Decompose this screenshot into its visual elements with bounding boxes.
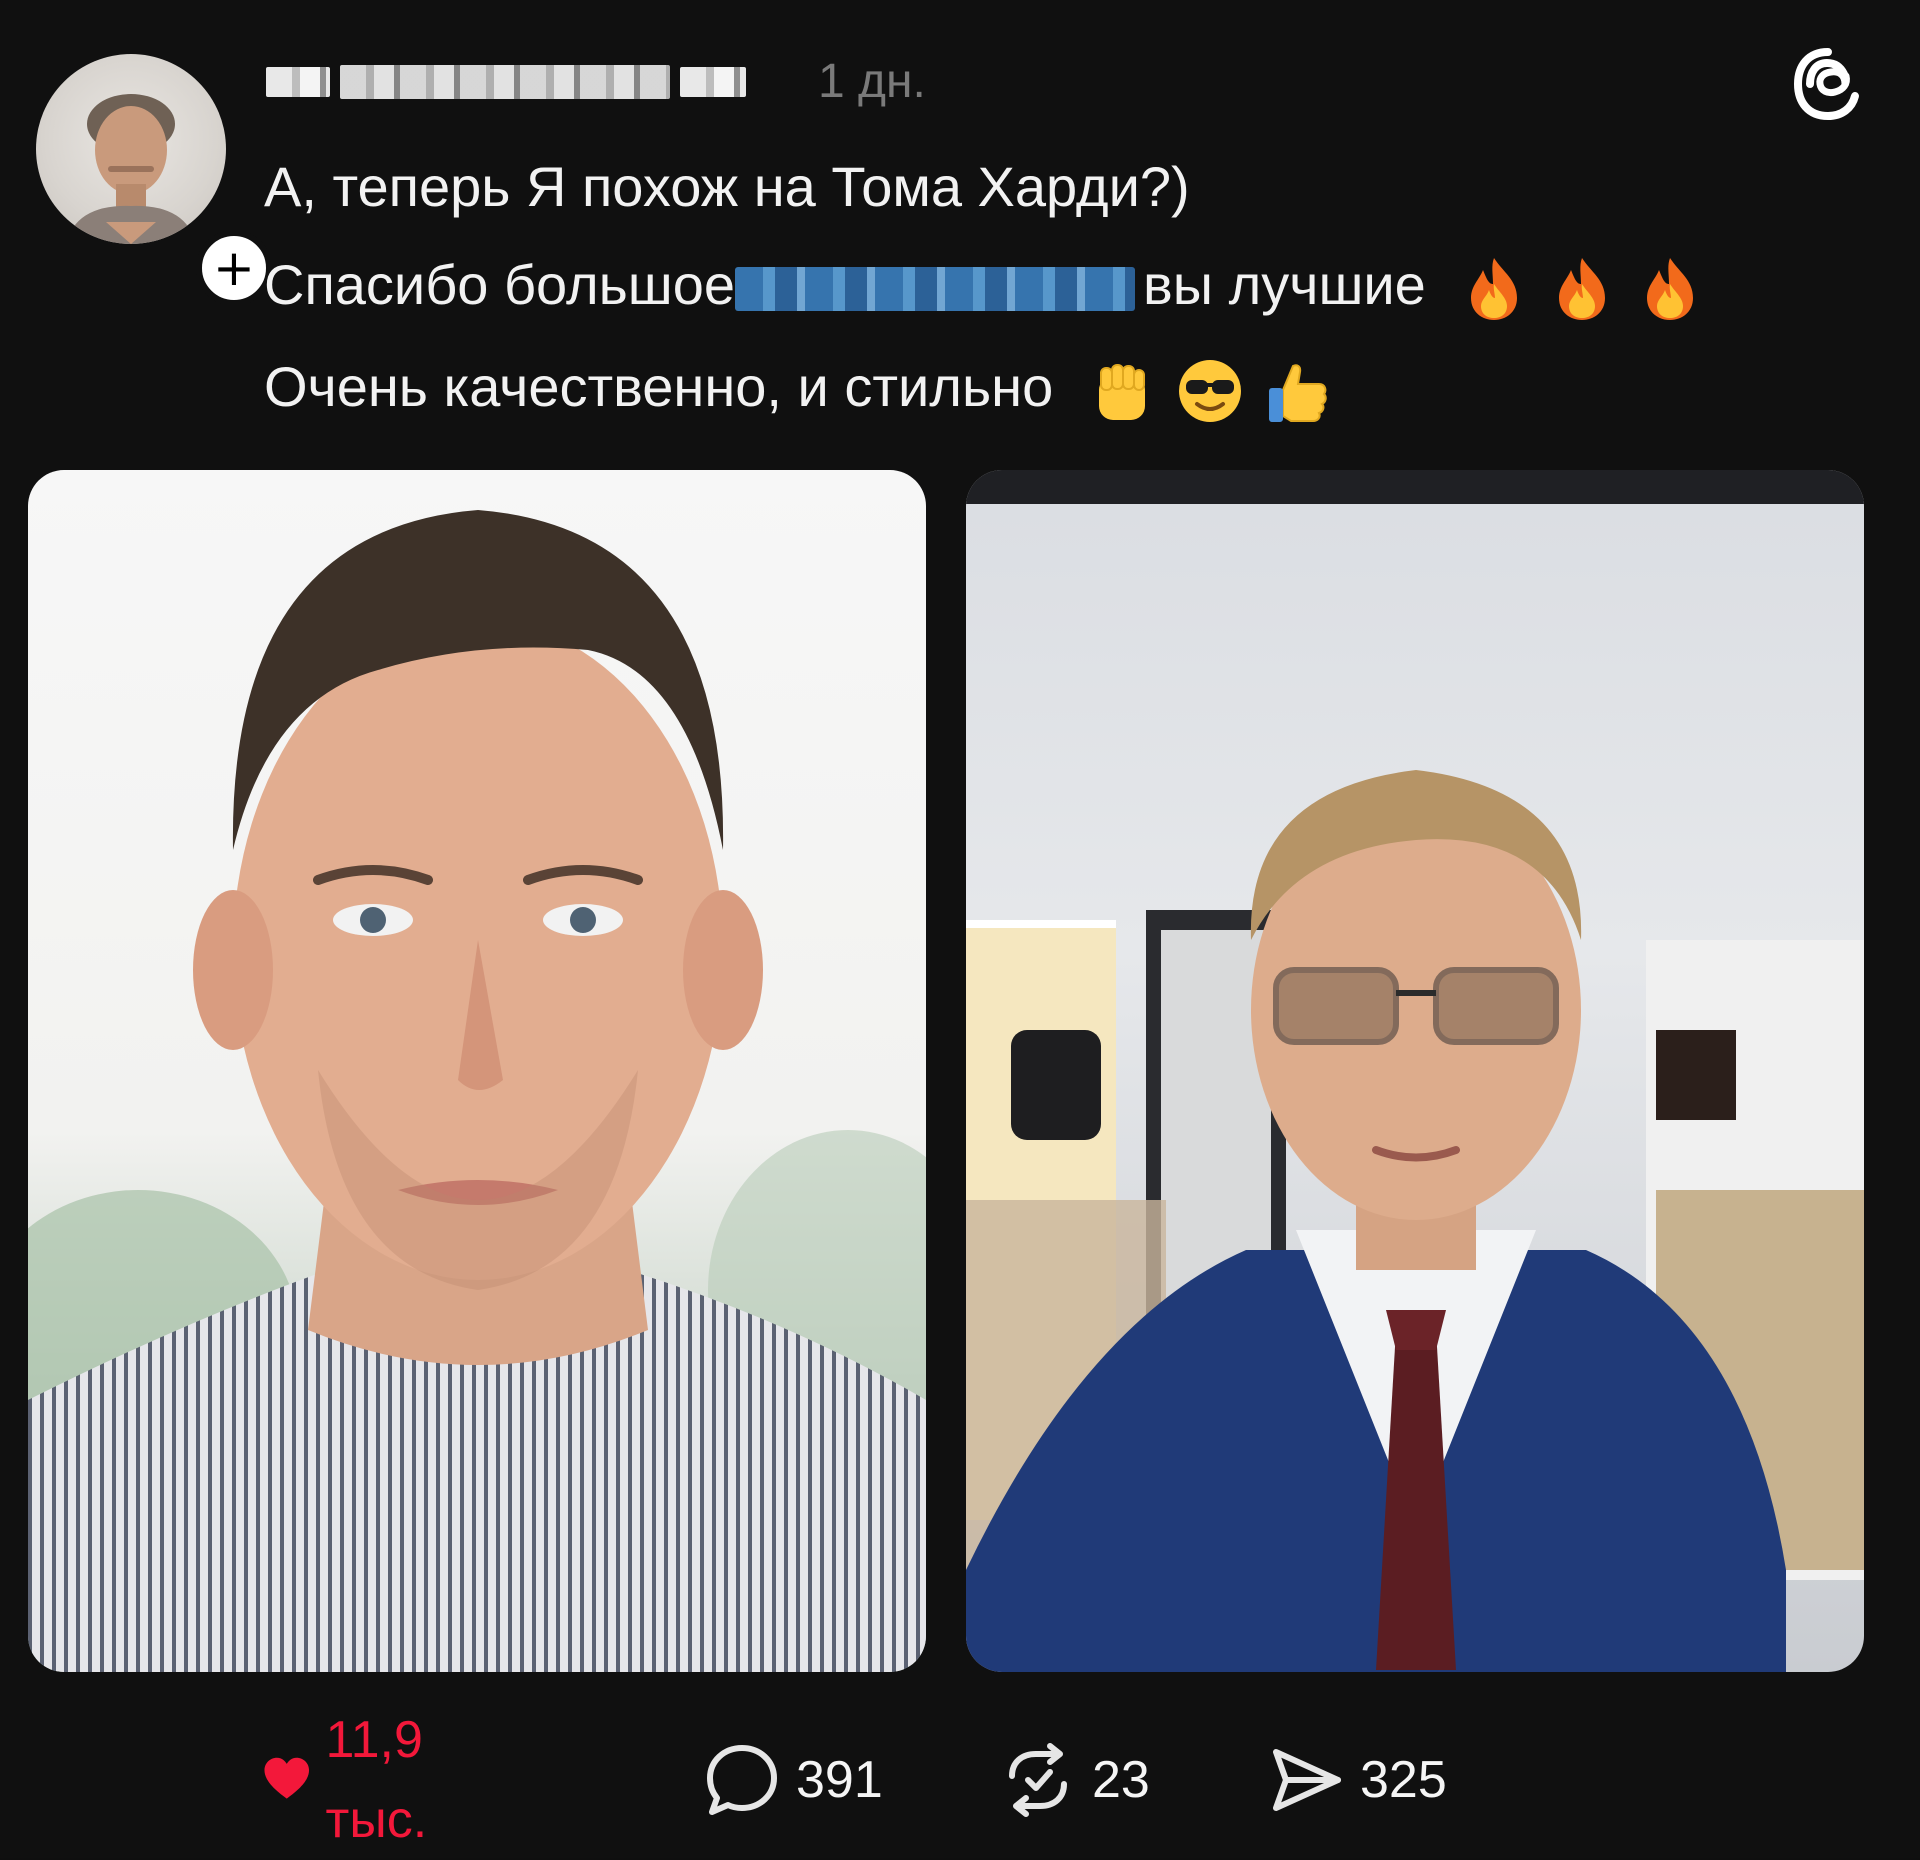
comment-bubble-icon (707, 1745, 777, 1815)
redacted-block (266, 67, 330, 97)
repost-icon (1009, 1743, 1067, 1817)
fire-icon (1471, 258, 1518, 321)
like-button[interactable]: 11,9 тыс. (262, 1711, 458, 1849)
sunglasses-face-icon (1178, 360, 1241, 423)
fire-icon (1559, 258, 1606, 321)
post-text-line-1: А, теперь Я похож на Тома Харди?) (264, 155, 1190, 218)
redacted-block (340, 65, 670, 99)
threads-post: + 1 дн. А, теперь Я похож на Тома Харди?… (0, 0, 1920, 1858)
redacted-mention[interactable] (735, 267, 1136, 312)
post-image-right[interactable] (966, 470, 1864, 1672)
post-text-thanks: Спасибо большое (264, 253, 736, 316)
author-avatar-container[interactable]: + (36, 54, 272, 306)
thumbs-up-icon (1268, 364, 1327, 423)
post-image-left[interactable] (28, 470, 926, 1672)
repost-button[interactable]: 23 (998, 1740, 1150, 1820)
avatar[interactable] (36, 54, 226, 244)
post-text-line-3: Очень качественно, и стильно (264, 352, 1333, 426)
send-icon (1273, 1749, 1341, 1811)
redacted-block (680, 67, 746, 97)
photo-man-striped-shirt (28, 510, 926, 1672)
avatar-image (66, 94, 196, 244)
fire-icon (1647, 258, 1694, 321)
follow-plus-button[interactable]: + (196, 230, 272, 306)
post-timestamp: 1 дн. (818, 55, 926, 108)
reply-count: 391 (796, 1751, 883, 1809)
raised-fist-icon (1098, 364, 1145, 421)
plus-icon: + (213, 239, 255, 297)
author-username-redacted[interactable] (266, 58, 796, 106)
share-count: 325 (1360, 1751, 1447, 1809)
reply-button[interactable]: 391 (702, 1740, 883, 1820)
threads-logo-icon[interactable] (1788, 44, 1868, 124)
like-count: 11,9 тыс. (325, 1711, 428, 1849)
share-button[interactable]: 325 (1266, 1740, 1447, 1820)
photo-man-blue-suit (966, 470, 1864, 1672)
post-text-quality: Очень качественно, и стильно (264, 355, 1054, 418)
post-text-line-2: Спасибо большое вы лучшие (264, 250, 1705, 324)
heart-icon (264, 1757, 310, 1799)
post-text-best: вы лучшие (1143, 253, 1426, 316)
repost-count: 23 (1092, 1751, 1150, 1809)
